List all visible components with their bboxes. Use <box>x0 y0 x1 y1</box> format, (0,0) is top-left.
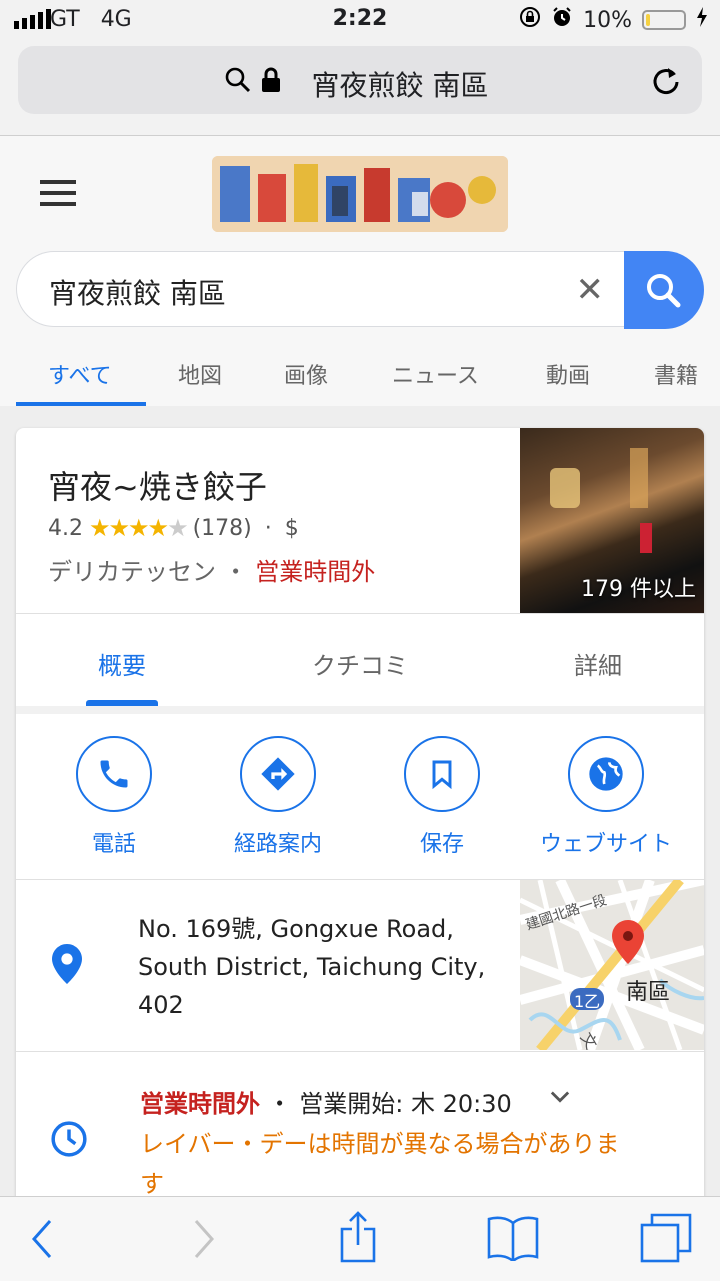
search-header: 宵夜煎餃 南區 ✕ すべて 地図 画像 ニュース 動画 書籍 <box>0 136 720 406</box>
website-button[interactable]: ウェブサイト <box>526 736 686 858</box>
phone-icon <box>100 760 128 788</box>
tabs-icon[interactable] <box>640 1213 692 1267</box>
search-icon <box>647 274 681 308</box>
web-page: 宵夜煎餃 南區 ✕ すべて 地図 画像 ニュース 動画 書籍 宵夜~焼き餃子 4… <box>0 136 720 1196</box>
address-bar[interactable]: 宵夜煎餃 南區 <box>18 46 702 114</box>
place-name[interactable]: 宵夜~焼き餃子 <box>48 462 267 508</box>
tab-images[interactable]: 画像 <box>284 358 328 390</box>
menu-icon[interactable] <box>40 180 76 213</box>
tab-details[interactable]: 詳細 <box>518 646 678 681</box>
place-category: デリカテッセン <box>48 558 216 586</box>
bookmarks-icon[interactable] <box>486 1215 540 1265</box>
hours-summary: 営業時間外 ・ 営業開始: 木 20:30 <box>140 1084 512 1119</box>
directions-button[interactable]: 経路案内 <box>198 736 358 858</box>
open-status: 営業時間外 <box>255 558 376 586</box>
rating-line: 4.2 ★★★★★ (178) · $ <box>48 514 299 542</box>
map-route-badge: 1乙 <box>574 992 601 1011</box>
battery-percent: 10% <box>583 7 632 33</box>
search-box: 宵夜煎餃 南區 ✕ <box>16 251 704 329</box>
category-line: デリカテッセン ・ 営業時間外 <box>48 552 375 587</box>
clock-icon <box>50 1120 88 1162</box>
orientation-lock-icon <box>519 6 541 34</box>
place-card: 宵夜~焼き餃子 4.2 ★★★★★ (178) · $ デリカテッセン ・ 営業… <box>16 428 704 1196</box>
place-photo[interactable]: 179 件以上 <box>520 428 704 613</box>
separator-dot: ・ <box>223 558 256 586</box>
star-filled-icon: ★ <box>147 514 169 542</box>
address-text: No. 169號, Gongxue Road, South District, … <box>138 915 486 1019</box>
rating-value: 4.2 <box>48 515 83 541</box>
forward-icon[interactable] <box>190 1217 218 1265</box>
chevron-down-icon[interactable] <box>546 1082 574 1114</box>
divider <box>16 706 704 714</box>
tab-reviews[interactable]: クチコミ <box>280 646 440 681</box>
photo-count: 179 件以上 <box>581 577 696 602</box>
tab-all[interactable]: すべて <box>48 358 112 390</box>
directions-icon <box>261 757 295 791</box>
star-filled-icon: ★ <box>89 514 110 542</box>
tab-maps[interactable]: 地図 <box>178 358 222 390</box>
charging-icon <box>696 7 708 33</box>
call-button[interactable]: 電話 <box>34 736 194 858</box>
globe-icon <box>589 757 623 791</box>
tab-books[interactable]: 書籍 <box>654 358 698 390</box>
star-empty-icon: ★ <box>167 514 188 542</box>
search-input[interactable]: 宵夜煎餃 南區 ✕ <box>16 251 624 327</box>
address-text: 宵夜煎餃 南區 <box>311 69 489 102</box>
tab-news[interactable]: ニュース <box>392 358 479 390</box>
map-thumbnail[interactable]: 建國北路一段 1乙 南區 文 <box>520 880 704 1050</box>
tab-overview[interactable]: 概要 <box>42 646 202 681</box>
share-icon[interactable] <box>338 1211 378 1267</box>
browser-address-area: 宵夜煎餃 南區 <box>0 40 720 136</box>
separator-dot: ・ <box>267 1090 292 1118</box>
card-tabs: 概要 クチコミ 詳細 <box>16 614 704 706</box>
search-button[interactable] <box>624 251 704 329</box>
back-icon[interactable] <box>28 1217 56 1265</box>
save-label: 保存 <box>419 832 464 857</box>
action-buttons: 電話 経路案内 保存 ウェブサイト <box>16 718 704 878</box>
star-filled-icon: ★ <box>108 514 130 542</box>
star-rating: ★★★★★ <box>89 514 189 542</box>
website-label: ウェブサイト <box>539 832 672 857</box>
price-level: $ <box>284 515 299 541</box>
location-pin-icon <box>52 944 82 988</box>
star-filled-icon: ★ <box>128 514 149 542</box>
clear-icon[interactable]: ✕ <box>576 270 605 310</box>
google-doodle-logo[interactable] <box>212 156 508 232</box>
separator-dot: · <box>257 515 279 541</box>
hours-row[interactable]: 営業時間外 ・ 営業開始: 木 20:30 レイバー・デーは時間が異なる場合があ… <box>16 1052 704 1196</box>
map-district-label: 南區 <box>626 980 671 1005</box>
search-tabs: すべて 地図 画像 ニュース 動画 書籍 <box>0 346 720 406</box>
hours-status: 営業時間外 <box>140 1090 260 1118</box>
save-button[interactable]: 保存 <box>362 736 522 858</box>
battery-icon <box>642 10 686 30</box>
bookmark-icon <box>432 760 452 790</box>
holiday-hours-note: レイバー・デーは時間が異なる場合があります <box>140 1130 620 1196</box>
alarm-icon <box>551 6 573 34</box>
review-count[interactable]: (178) <box>193 516 252 541</box>
active-tab-indicator <box>16 402 146 406</box>
directions-label: 経路案内 <box>233 832 322 857</box>
call-label: 電話 <box>91 832 136 857</box>
status-bar: GT 4G 2:22 10% <box>0 0 720 40</box>
browser-toolbar <box>0 1196 720 1281</box>
tab-videos[interactable]: 動画 <box>546 358 590 390</box>
search-query: 宵夜煎餃 南區 <box>49 277 226 310</box>
reload-icon[interactable] <box>650 64 682 100</box>
address-row[interactable]: No. 169號, Gongxue Road, South District, … <box>16 880 704 1050</box>
hours-opens: 営業開始: 木 20:30 <box>299 1090 512 1118</box>
